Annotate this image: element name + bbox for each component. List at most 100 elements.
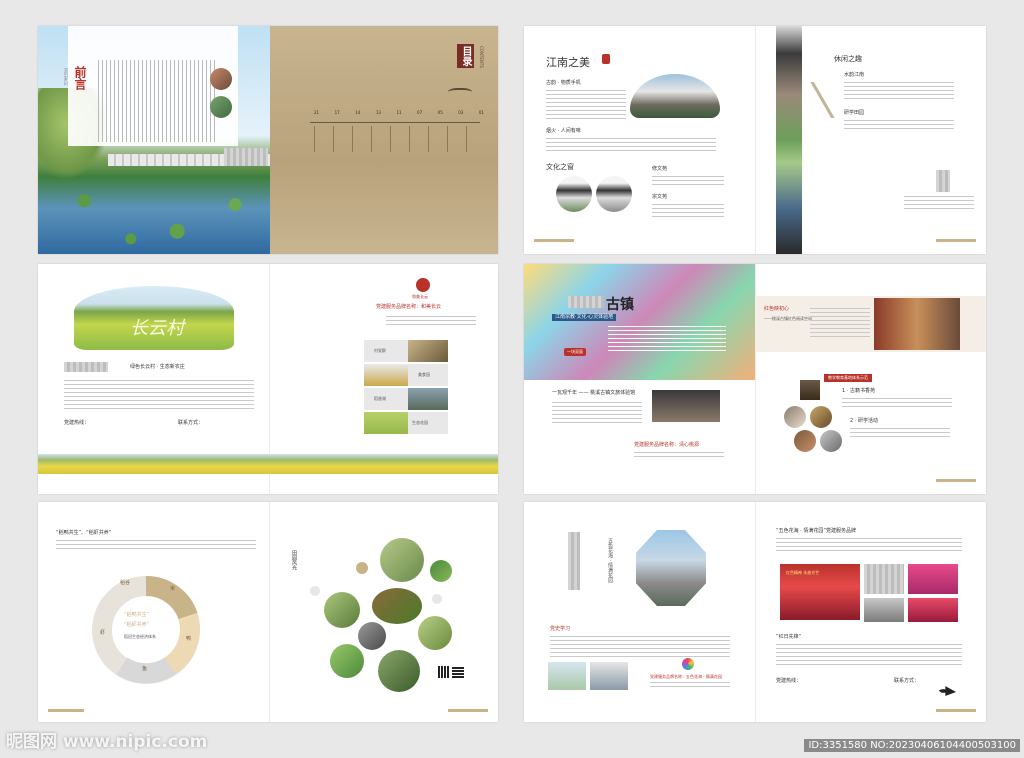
circle-photo-2 [810,406,832,428]
canola-strip [38,454,498,474]
right-intro [386,316,476,328]
toc-number[interactable]: 21 [314,110,319,116]
item-1-text [546,90,626,120]
bubble-photo-4 [372,588,422,624]
toc-number[interactable]: 07 [417,110,422,116]
red-pioneer-text [776,644,962,668]
spread-rice-duck: “稻鸭共生”、“稻虾共养” 稻谷 米 鸭 鱼 虾 “稻鸭共生” “稻虾共养” 稻… [38,502,498,722]
lotus-leaves [38,178,270,254]
toc-number[interactable]: 14 [355,110,360,116]
leisure-vertical-photo [776,26,802,254]
flower-contact: 党建热线： [776,678,802,684]
pavilion-icon [448,88,472,98]
bamboo-icon [808,82,838,118]
preface-text [98,60,218,142]
toc-entries [314,126,484,152]
right-vertical-label: 田园风光 [291,550,297,570]
flower-brand-caption: 党建服务品牌名称：五色花海 · 情满花园 [650,674,722,679]
toc-list: 21 17 14 13 11 07 05 03 01 [314,110,484,116]
qr-code-2[interactable] [452,666,464,678]
preface-circle-photo-2 [210,96,232,118]
toc-number[interactable]: 17 [335,110,340,116]
jiangnan-title: 江南之美 [546,56,590,69]
bubble-photo-7 [330,644,364,678]
panel-label-2: 美食园 [418,372,430,377]
item-2: 烟火 · 人间有味 [546,128,581,134]
preface-title: 前言 [73,66,87,90]
reading-room-photo [874,298,960,350]
fan-photo [630,74,720,118]
right-title: 红色映初心 [764,306,790,312]
preface-photo: 前言 PREFACE [38,26,270,254]
blurred-vertical-name [568,532,580,590]
right-intro [810,308,870,338]
bubble-dot-1 [356,562,368,574]
leisure-2-text [844,120,954,132]
qr-code-1[interactable] [438,666,450,678]
toc-number[interactable]: 11 [396,110,401,116]
blurred-name [568,296,604,308]
photo-panel-6 [408,388,448,410]
leisure-caption [904,196,974,210]
toc-number[interactable]: 13 [376,110,381,116]
town-tag: 一块双面 [564,348,586,356]
party-history-text [550,636,730,658]
preface-circle-photo-1 [210,68,232,90]
toc-number[interactable]: 05 [438,110,443,116]
photo-panel-1 [364,340,408,362]
toc-number[interactable]: 01 [479,110,484,116]
town-intro [608,326,726,352]
culture-photo-1 [556,176,592,212]
bubble-photo-5 [418,616,452,650]
town-subtitle: 江南宗教·文化·心灵体验地 [552,314,617,321]
event-photo-2 [908,564,958,594]
ring-label-grain: 米 [170,586,176,592]
bottom-caption: 党建服务品牌名称：清心桃源 [634,442,700,448]
housing-photo-1 [548,662,586,690]
ring-label-duck: 鸭 [186,636,192,642]
leisure-2: 研学田园 [844,110,865,116]
canvas: 前言 PREFACE 目录 CONTENTS 21 17 14 13 11 07… [0,0,1024,758]
ring-center-3: 稻田生态经济体系 [124,634,156,639]
bubble-dot-3 [432,594,442,604]
spread-jiangnan: 江南之美 古韵 · 物质手机 烟火 · 人间有味 文化之窗 修文苑 宗文苑 休闲… [524,26,986,254]
spread-village: 长云村 绿色长云村 · 生态新农庄 党建热线： 联系方式： 和美长云 党建服务品… [38,264,498,494]
village-contact-2: 联系方式： [178,420,204,426]
leisure-1: 水韵江南 [844,72,865,78]
bubble-photo-8 [378,650,420,692]
circle-photo-3 [794,430,816,452]
red-pioneer-heading: “红日先锋” [776,634,802,640]
village-caption: 绿色长云村 · 生态新农庄 [130,364,185,370]
photo-panel-5 [364,388,408,410]
bottom-text [634,452,724,460]
contents-en: CONTENTS [479,46,484,68]
ring-label-fish: 鱼 [142,666,148,672]
blurred-logo [936,170,950,192]
party-history-heading: 党史学习 [550,626,571,632]
toc-number[interactable]: 03 [458,110,463,116]
panel-label-1: 村党群 [374,348,386,353]
culture-2: 宗文苑 [652,194,668,200]
ring-center-2: “稻虾共养” [124,622,150,628]
red-seal-icon [602,54,610,64]
bubble-dot-2 [310,586,320,596]
brand-name: 和美长云 [412,294,428,299]
flower-right-heading: “五色花海 · 情满花园”党建服务品牌 [776,528,856,534]
toc-line [310,122,480,123]
stage-text: 红色精神 永放光芒 [786,570,820,575]
spread-preface-contents: 前言 PREFACE 目录 CONTENTS 21 17 14 13 11 07… [38,26,498,254]
sub-b-text [850,428,950,440]
leisure-title: 休闲之趣 [834,55,862,63]
flower-contact-2: 联系方式： [894,678,920,684]
panel-label-3: 稻香湖 [374,396,386,401]
photo-panel-3 [364,364,408,386]
ring-label-rice: 稻谷 [120,580,131,586]
item-2-text [546,138,716,152]
sub-b: 2 · 研学活动 [850,418,878,424]
left-text [552,402,642,424]
event-photo-4 [908,598,958,622]
contents-page: 目录 CONTENTS 21 17 14 13 11 07 05 03 01 [270,26,498,254]
flower-right-text [776,538,962,552]
culture-2-text [652,204,724,218]
ring-label-shrimp: 虾 [100,630,106,636]
